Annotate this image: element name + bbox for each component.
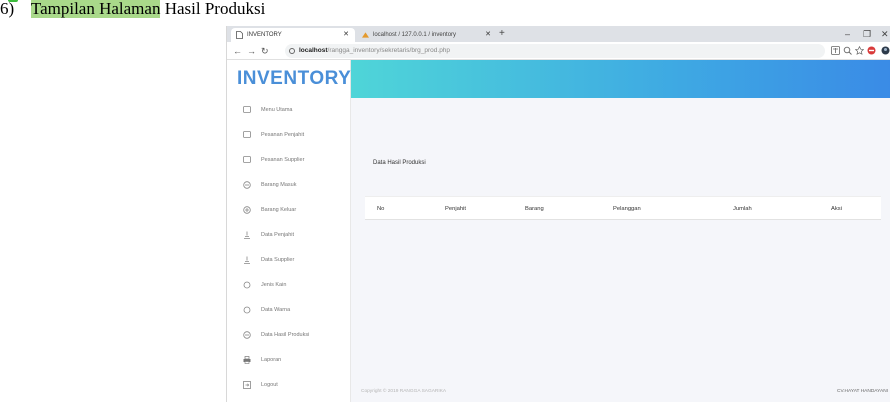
info-icon [289,48,295,54]
square-outline-icon [243,106,251,113]
address-bar[interactable]: localhost/rangga_inventory/sekretaris/br… [285,44,825,58]
sidebar-item-data-supplier[interactable]: Data Supplier [227,250,351,270]
url-host: localhost [299,47,328,54]
tab-phpmyadmin[interactable]: localhost / 127.0.0.1 / inventory ✕ [357,28,497,42]
caption-highlight-text: Tampilan Halaman [30,0,161,18]
sidebar-item-data-penjahit[interactable]: Data Penjahit [227,225,351,245]
app-top-bar [351,60,890,98]
square-outline-icon [243,156,251,163]
maximize-icon[interactable]: ❐ [863,26,871,42]
sidebar-item-label: Data Supplier [261,257,295,263]
profile-icon[interactable] [881,46,890,55]
column-header-barang: Barang [525,206,544,212]
sidebar-item-label: Barang Masuk [261,182,297,188]
close-tab-icon[interactable]: ✕ [485,28,491,42]
footer-company: CV.HAYAT HANDAYANI [836,389,888,394]
sidebar-item-label: Pesanan Supplier [261,157,305,163]
sidebar-item-label: Data Penjahit [261,232,295,238]
figure-caption: 6) Tampilan Halaman Hasil Produksi [0,0,265,18]
browser-screenshot: INVENTORY ✕ localhost / 127.0.0.1 / inve… [226,26,890,402]
user-icon [244,231,250,239]
sidebar-item-pesanan-supplier[interactable]: Pesanan Supplier [227,150,351,170]
sidebar-item-label: Pesanan Penjahit [261,132,305,138]
sidebar-item-label: Laporan [261,357,282,363]
sidebar-item-label: Logout [261,382,278,388]
box-icon [243,181,251,189]
sidebar-item-pesanan-penjahit[interactable]: Pesanan Penjahit [227,125,351,145]
back-icon[interactable]: ← [233,44,242,58]
tab-label: localhost / 127.0.0.1 / inventory [373,32,457,38]
minimize-icon[interactable]: – [845,26,850,42]
user-icon [244,256,250,264]
app-brand-logo[interactable]: INVENTORY [227,60,351,98]
extension-icon[interactable] [867,46,876,55]
page-title: Data Hasil Produksi [373,160,426,166]
translate-icon[interactable] [831,46,840,55]
sidebar-item-label: Barang Keluar [261,207,297,213]
main-content: Data Hasil Produksi No Penjahit Barang P… [351,98,890,402]
phpmyadmin-icon [362,32,369,38]
caption-plain-text: Hasil Produksi [164,0,266,18]
sidebar-item-barang-masuk[interactable]: Barang Masuk [227,175,351,195]
square-outline-icon [243,131,251,138]
bookmark-star-icon[interactable] [855,46,864,55]
box-icon [243,206,251,214]
sidebar: Menu Utama Pesanan Penjahit Pesanan Supp… [227,98,351,402]
sidebar-item-label: Menu Utama [261,107,293,113]
circle-icon [243,281,251,289]
footer-copyright: Copyright © 2019 RANGGA SAGARIKA [361,389,447,394]
column-header-no: No [377,206,385,212]
caption-number: 6) [0,0,15,18]
reload-icon[interactable]: ↻ [261,44,269,58]
tab-inventory[interactable]: INVENTORY ✕ [231,28,355,42]
sidebar-item-data-hasil-produksi[interactable]: Data Hasil Produksi [227,325,351,345]
sidebar-item-logout[interactable]: Logout [227,375,351,395]
sidebar-item-laporan[interactable]: Laporan [227,350,351,370]
close-tab-icon[interactable]: ✕ [343,28,349,42]
tab-label: INVENTORY [247,32,282,38]
hasil-produksi-table: No Penjahit Barang Pelanggan Jumlah Aksi [365,196,881,220]
close-window-icon[interactable]: ✕ [881,26,889,42]
sidebar-item-data-warna[interactable]: Data Warna [227,300,351,320]
column-header-jumlah: Jumlah [733,206,752,212]
page-icon [236,31,243,39]
printer-icon [243,356,251,364]
sidebar-item-label: Jenis Kain [261,282,287,288]
circle-icon [243,306,251,314]
browser-tab-bar: INVENTORY ✕ localhost / 127.0.0.1 / inve… [227,26,890,42]
zoom-icon[interactable] [843,46,852,55]
logout-icon [243,381,251,389]
browser-toolbar: ← → ↻ localhost/rangga_inventory/sekreta… [227,42,890,60]
box-icon [243,331,251,339]
column-header-aksi: Aksi [831,206,842,212]
column-header-pelanggan: Pelanggan [613,206,641,212]
column-header-penjahit: Penjahit [445,206,466,212]
url-path: /rangga_inventory/sekretaris/brg_prod.ph… [327,47,451,54]
sidebar-item-menu-utama[interactable]: Menu Utama [227,100,351,120]
new-tab-icon[interactable]: + [499,27,505,41]
sidebar-item-label: Data Warna [261,307,291,313]
sidebar-item-barang-keluar[interactable]: Barang Keluar [227,200,351,220]
sidebar-item-jenis-kain[interactable]: Jenis Kain [227,275,351,295]
forward-icon[interactable]: → [247,44,256,58]
sidebar-item-label: Data Hasil Produksi [261,332,310,338]
